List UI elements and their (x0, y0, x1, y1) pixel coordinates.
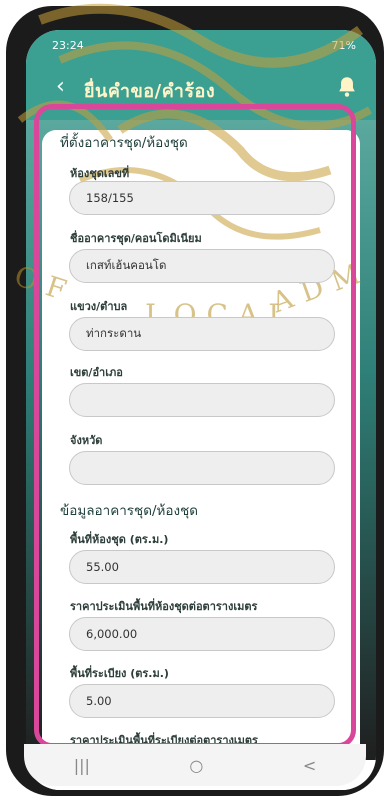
building-name-field[interactable]: เกสท์เฮ้นคอนโด (69, 249, 335, 283)
page-title: ยื่นคำขอ/คำร้อง (84, 81, 216, 102)
district-label: เขต/อำเภอ (70, 366, 123, 379)
district-field[interactable] (69, 383, 335, 417)
status-time: 23:24 (52, 38, 84, 52)
bell-icon[interactable] (334, 74, 360, 100)
home-icon[interactable]: ○ (189, 756, 203, 775)
balcony-area-field[interactable]: 5.00 (69, 684, 335, 718)
status-bar: 23:24 71% (26, 30, 376, 60)
room-price-field[interactable]: 6,000.00 (69, 617, 335, 651)
building-name-label: ชื่ออาคารชุด/คอนโดมิเนียม (70, 232, 202, 245)
app-bar: ‹ ยื่นคำขอ/คำร้อง (26, 60, 376, 120)
section-title-info: ข้อมูลอาคารชุด/ห้องชุด (60, 503, 199, 519)
section-title-location: ที่ตั้งอาคารชุด/ห้องชุด (60, 135, 188, 151)
back-icon[interactable]: < (303, 756, 316, 775)
room-number-field[interactable]: 158/155 (69, 181, 335, 215)
room-area-field[interactable]: 55.00 (69, 550, 335, 584)
recent-apps-icon[interactable]: ||| (74, 756, 90, 775)
subdistrict-label: แขวง/ตำบล (70, 300, 128, 313)
android-nav-bar: ||| ○ < (24, 744, 366, 786)
room-number-label: ห้องชุดเลขที่ (70, 167, 130, 180)
province-label: จังหวัด (70, 434, 103, 447)
room-area-label: พื้นที่ห้องชุด (ตร.ม.) (70, 533, 169, 546)
balcony-area-label: พื้นที่ระเบียง (ตร.ม.) (70, 667, 169, 680)
status-battery: 71% (331, 38, 356, 52)
subdistrict-field[interactable]: ท่ากระดาน (69, 317, 335, 351)
back-arrow-icon[interactable]: ‹ (56, 75, 65, 99)
room-price-label: ราคาประเมินพื้นที่ห้องชุดต่อตารางเมตร (70, 600, 258, 613)
province-field[interactable] (69, 451, 335, 485)
